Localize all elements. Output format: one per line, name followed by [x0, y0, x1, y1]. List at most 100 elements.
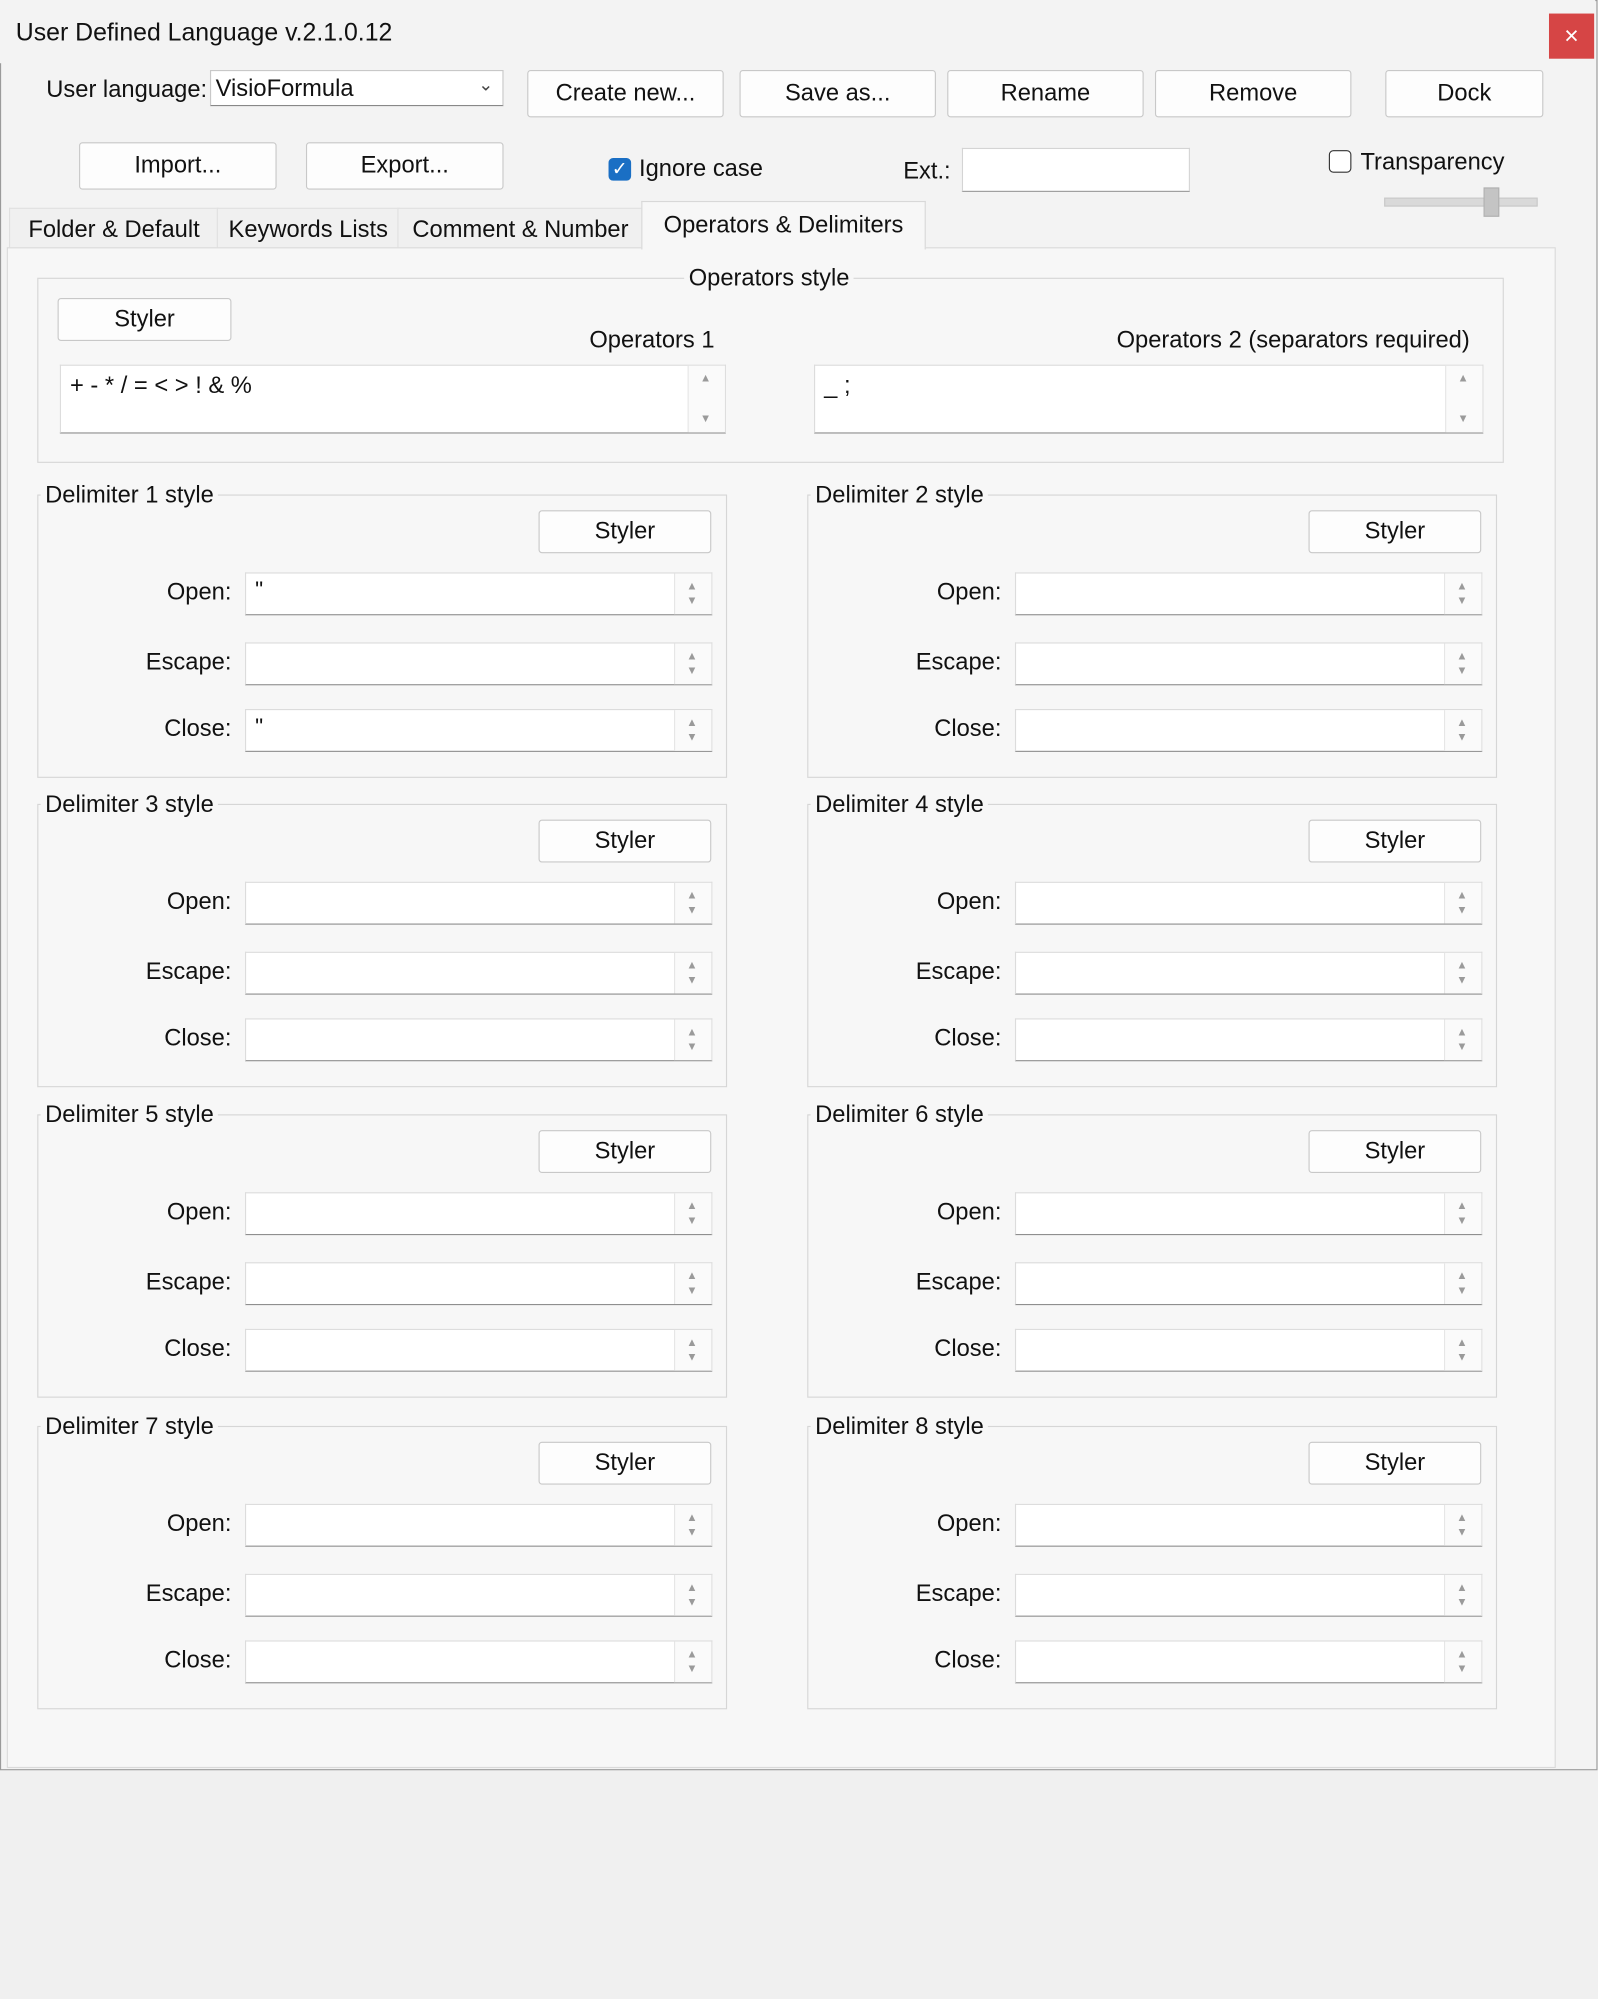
import-button[interactable]: Import...	[79, 142, 277, 190]
operators-1-label: Operators 1	[589, 327, 715, 354]
delimiter-8-open-spinner[interactable]: ▲ ▼	[1443, 1504, 1482, 1546]
delimiter-5-open-label: Open:	[166, 1198, 232, 1225]
delimiter-2-escape-input[interactable]: ▲ ▼	[1014, 642, 1483, 686]
window-title: User Defined Language v.2.1.0.12	[15, 18, 393, 47]
delimiter-7-styler-button[interactable]: Styler	[538, 1441, 712, 1485]
tab-keywords-lists[interactable]: Keywords Lists	[216, 207, 400, 250]
delimiter-4-open-spinner[interactable]: ▲ ▼	[1443, 882, 1482, 924]
udl-window: User Defined Language v.2.1.0.12 × User …	[0, 0, 1598, 1999]
delimiter-5-close-input[interactable]: ▲ ▼	[244, 1328, 713, 1372]
delimiter-3-open-spinner[interactable]: ▲ ▼	[674, 882, 712, 924]
export-button[interactable]: Export...	[305, 142, 504, 190]
operators-1-scrollbar[interactable]: ▲ ▼	[687, 365, 725, 433]
delimiter-8-close-spinner[interactable]: ▲ ▼	[1443, 1641, 1482, 1683]
save-as-button[interactable]: Save as...	[739, 69, 936, 118]
delimiter-5-escape-spinner[interactable]: ▲ ▼	[674, 1263, 712, 1304]
delimiter-3-escape-label: Escape:	[145, 958, 232, 985]
delimiter-1-close-input[interactable]: " ▲ ▼	[244, 709, 713, 752]
delimiter-1-escape-input[interactable]: ▲ ▼	[244, 642, 713, 686]
delimiter-2-styler-button[interactable]: Styler	[1308, 510, 1482, 554]
delimiter-4-escape-label: Escape:	[915, 958, 1002, 985]
transparency-slider-thumb[interactable]	[1483, 187, 1500, 217]
delimiter-6-close-input[interactable]: ▲ ▼	[1014, 1328, 1483, 1372]
delimiter-5-escape-input[interactable]: ▲ ▼	[244, 1262, 713, 1306]
delimiter-6-escape-input[interactable]: ▲ ▼	[1014, 1262, 1483, 1306]
delimiter-8-styler-button[interactable]: Styler	[1308, 1441, 1482, 1485]
delimiter-4-escape-input[interactable]: ▲ ▼	[1014, 951, 1483, 995]
operators-2-scrollbar[interactable]: ▲ ▼	[1445, 365, 1483, 433]
delimiter-7-close-label: Close:	[164, 1647, 232, 1674]
delimiter-8-escape-input[interactable]: ▲ ▼	[1014, 1573, 1483, 1617]
delimiter-8-escape-label: Escape:	[915, 1580, 1002, 1607]
remove-button[interactable]: Remove	[1154, 69, 1352, 118]
delimiter-6-close-spinner[interactable]: ▲ ▼	[1443, 1329, 1482, 1371]
delimiter-3-title: Delimiter 3 style	[40, 791, 219, 819]
delimiter-3-close-label: Close:	[164, 1025, 232, 1052]
delimiter-1-open-spinner[interactable]: ▲ ▼	[674, 573, 712, 615]
delimiter-3-close-input[interactable]: ▲ ▼	[244, 1018, 713, 1062]
delimiter-3-escape-input[interactable]: ▲ ▼	[244, 951, 713, 995]
delimiter-7-open-input[interactable]: ▲ ▼	[244, 1503, 713, 1547]
tab-operators-delimiters[interactable]: Operators & Delimiters	[641, 200, 926, 250]
delimiter-8-open-input[interactable]: ▲ ▼	[1014, 1503, 1483, 1547]
operators-2-input[interactable]: _ ; ▲ ▼	[814, 364, 1484, 434]
user-language-select[interactable]: VisioFormula ⌄	[209, 69, 504, 107]
delimiter-2-open-spinner[interactable]: ▲ ▼	[1443, 573, 1482, 615]
delimiter-3-close-spinner[interactable]: ▲ ▼	[674, 1019, 712, 1061]
delimiter-6-escape-spinner[interactable]: ▲ ▼	[1443, 1263, 1482, 1304]
delimiter-7-close-spinner[interactable]: ▲ ▼	[674, 1641, 712, 1683]
delimiter-1-escape-spinner[interactable]: ▲ ▼	[674, 643, 712, 685]
operators-2-label: Operators 2 (separators required)	[1116, 327, 1470, 354]
delimiter-8-close-label: Close:	[934, 1647, 1002, 1674]
operators-1-input[interactable]: + - * / = < > ! & % ▲ ▼	[59, 364, 726, 434]
delimiter-1-open-input[interactable]: " ▲ ▼	[244, 572, 713, 616]
delimiter-2-escape-spinner[interactable]: ▲ ▼	[1443, 643, 1482, 685]
delimiter-5-close-spinner[interactable]: ▲ ▼	[674, 1329, 712, 1371]
delimiter-5-open-spinner[interactable]: ▲ ▼	[674, 1193, 712, 1234]
operators-styler-button[interactable]: Styler	[57, 298, 232, 341]
delimiter-6-open-input[interactable]: ▲ ▼	[1014, 1192, 1483, 1236]
delimiter-2-close-input[interactable]: ▲ ▼	[1014, 709, 1483, 752]
delimiter-4-open-input[interactable]: ▲ ▼	[1014, 881, 1483, 925]
delimiter-3-escape-spinner[interactable]: ▲ ▼	[674, 952, 712, 994]
delimiter-8-escape-spinner[interactable]: ▲ ▼	[1443, 1574, 1482, 1616]
user-language-value: VisioFormula	[215, 75, 354, 102]
close-icon[interactable]: ×	[1548, 13, 1595, 59]
delimiter-7-open-spinner[interactable]: ▲ ▼	[674, 1504, 712, 1546]
delimiter-4-styler-button[interactable]: Styler	[1308, 819, 1482, 863]
delimiter-7-escape-input[interactable]: ▲ ▼	[244, 1573, 713, 1617]
delimiter-8-close-input[interactable]: ▲ ▼	[1014, 1640, 1483, 1684]
delimiter-4-close-input[interactable]: ▲ ▼	[1014, 1018, 1483, 1062]
delimiter-2-close-spinner[interactable]: ▲ ▼	[1443, 710, 1482, 751]
delimiter-1-styler-button[interactable]: Styler	[538, 510, 712, 554]
dock-button[interactable]: Dock	[1385, 69, 1544, 118]
delimiter-4-close-spinner[interactable]: ▲ ▼	[1443, 1019, 1482, 1061]
delimiter-5-close-label: Close:	[164, 1335, 232, 1362]
delimiter-5-open-input[interactable]: ▲ ▼	[244, 1192, 713, 1236]
transparency-label: Transparency	[1360, 149, 1505, 175]
delimiter-3-styler-button[interactable]: Styler	[538, 819, 712, 863]
delimiter-7-escape-spinner[interactable]: ▲ ▼	[674, 1574, 712, 1616]
delimiter-4-escape-spinner[interactable]: ▲ ▼	[1443, 952, 1482, 994]
tab-folder-default[interactable]: Folder & Default	[9, 207, 220, 250]
ignore-case-checkbox[interactable]: ✓	[608, 158, 632, 181]
delimiter-3-open-input[interactable]: ▲ ▼	[244, 881, 713, 925]
delimiter-6-open-spinner[interactable]: ▲ ▼	[1443, 1193, 1482, 1234]
delimiter-5-styler-button[interactable]: Styler	[538, 1130, 712, 1174]
create-new-button[interactable]: Create new...	[527, 69, 724, 118]
operators-group-title: Operators style	[684, 265, 854, 293]
delimiter-1-close-label: Close:	[164, 715, 232, 742]
delimiter-2-open-input[interactable]: ▲ ▼	[1014, 572, 1483, 616]
transparency-checkbox[interactable]	[1328, 150, 1352, 173]
rename-button[interactable]: Rename	[947, 69, 1144, 118]
delimiter-7-open-label: Open:	[166, 1510, 232, 1537]
ext-input[interactable]	[961, 147, 1190, 192]
delimiter-6-styler-button[interactable]: Styler	[1308, 1130, 1482, 1174]
tab-comment-number[interactable]: Comment & Number	[397, 207, 644, 250]
delimiter-1-close-spinner[interactable]: ▲ ▼	[674, 710, 712, 751]
delimiter-8-open-label: Open:	[936, 1510, 1002, 1537]
delimiter-7-close-input[interactable]: ▲ ▼	[244, 1640, 713, 1684]
transparency-slider[interactable]	[1384, 197, 1538, 207]
user-language-label: User language:	[46, 76, 208, 103]
delimiter-1-open-value: "	[255, 578, 264, 603]
